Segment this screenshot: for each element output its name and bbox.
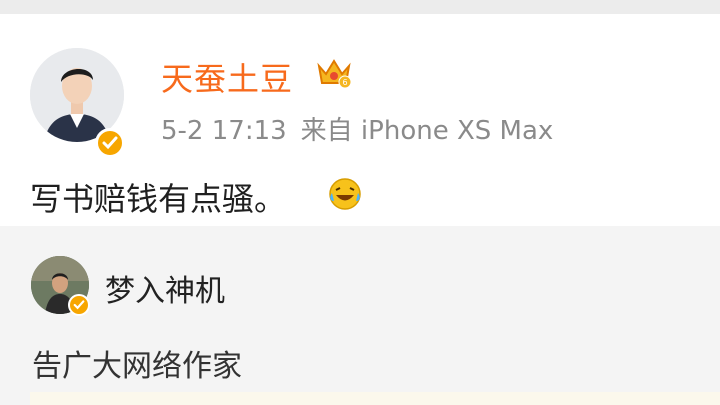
crown-vip-icon[interactable]: 6 [316, 56, 352, 92]
laugh-cry-emoji-icon [328, 177, 362, 215]
post-text: 写书赔钱有点骚。 [30, 180, 287, 218]
repost-verified-badge-icon [68, 294, 90, 316]
post-source: 来自 iPhone XS Max [300, 116, 554, 146]
nested-content-strip [30, 392, 720, 405]
verified-badge-icon [95, 128, 125, 158]
author-name[interactable]: 天蚕土豆 [161, 54, 293, 100]
repost-author-name[interactable]: 梦入神机 [105, 266, 225, 310]
weibo-feed: 天蚕土豆 6 5-2 17:13 来自 iPhone XS Max 写书赔钱有点骚… [0, 0, 720, 405]
top-divider [0, 0, 720, 14]
post-card[interactable]: 天蚕土豆 6 5-2 17:13 来自 iPhone XS Max 写书赔钱有点骚… [0, 14, 720, 226]
repost-text: 告广大网络作家 [32, 349, 242, 384]
crown-level: 6 [342, 78, 347, 87]
post-meta: 5-2 17:13 来自 iPhone XS Max [161, 110, 553, 147]
post-time: 5-2 17:13 [161, 116, 287, 146]
repost-section[interactable]: 梦入神机 告广大网络作家 [0, 226, 720, 405]
